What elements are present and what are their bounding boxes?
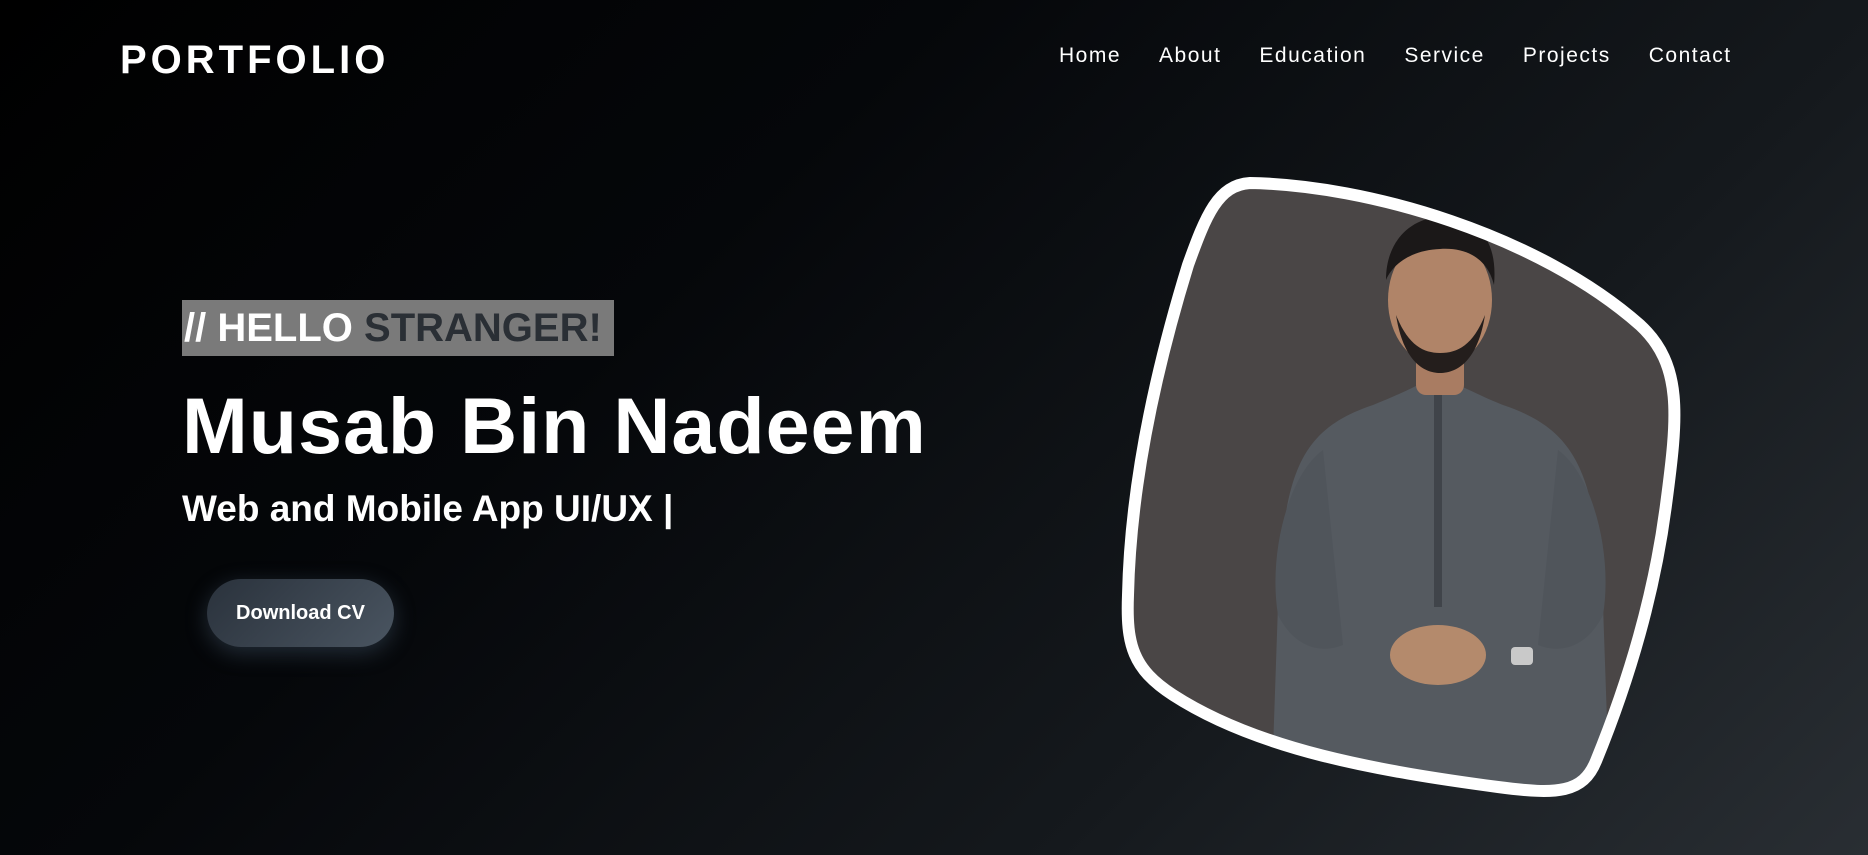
nav-projects-link[interactable]: Projects (1523, 44, 1611, 68)
hero-section: // HELLO STRANGER! Musab Bin Nadeem Web … (182, 300, 927, 530)
nav-education-link[interactable]: Education (1259, 44, 1366, 68)
nav-list: Home About Education Service Projects Co… (1059, 44, 1732, 68)
nav-home-link[interactable]: Home (1059, 44, 1121, 68)
nav-about-link[interactable]: About (1159, 44, 1221, 68)
download-cv-button[interactable]: Download CV (207, 579, 394, 647)
profile-photo (1121, 176, 1681, 797)
hero-name: Musab Bin Nadeem (182, 381, 927, 470)
nav-contact-link[interactable]: Contact (1649, 44, 1732, 68)
greeting-highlight: STRANGER! (364, 306, 602, 350)
nav-service-link[interactable]: Service (1404, 44, 1485, 68)
greeting-prefix: // HELLO (184, 306, 353, 350)
profile-photo-frame (1118, 175, 1683, 805)
hero-subtitle: Web and Mobile App UI/UX | (182, 488, 674, 529)
greeting-badge: // HELLO STRANGER! (182, 300, 614, 356)
main-nav: Home About Education Service Projects Co… (1040, 44, 1780, 68)
site-logo[interactable]: PORTFOLIO (120, 38, 389, 83)
